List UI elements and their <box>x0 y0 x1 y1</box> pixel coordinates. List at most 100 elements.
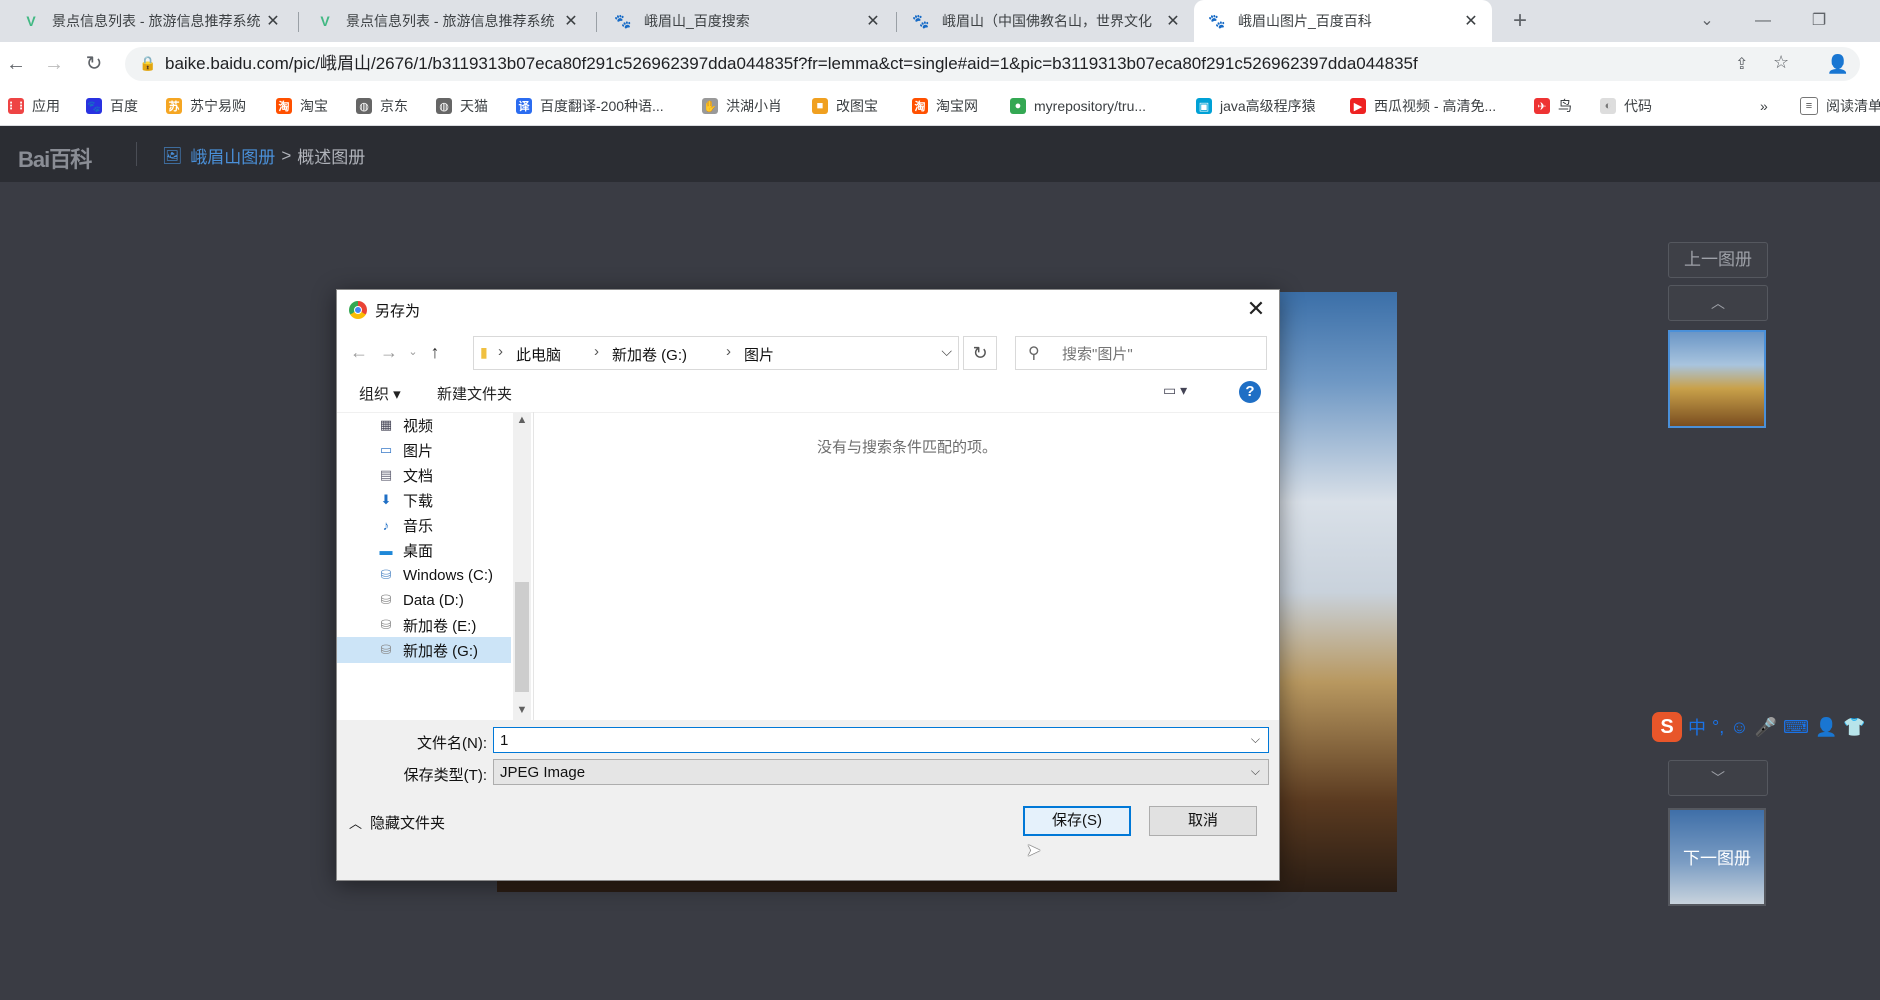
file-list-pane[interactable]: 没有与搜索条件匹配的项。 <box>533 412 1279 720</box>
minimize-icon[interactable]: — <box>1740 6 1786 36</box>
documents-folder-icon: ▤ <box>379 467 393 482</box>
bookmark-taobao[interactable]: 淘淘宝 <box>276 94 328 118</box>
path-pictures[interactable]: 图片 <box>744 344 774 365</box>
microphone-icon[interactable]: 🎤 <box>1755 717 1777 738</box>
bookmark-java[interactable]: ▣ java高级程序猿 <box>1196 94 1316 118</box>
bookmark-myrepository[interactable]: ● myrepository/tru... <box>1010 94 1146 118</box>
tab-1[interactable]: V 景点信息列表 - 旅游信息推荐系统 ✕ <box>8 0 294 42</box>
bookmark-xigua[interactable]: ▶ 西瓜视频 - 高清免... <box>1350 94 1496 118</box>
reading-list[interactable]: ≡ 阅读清单 <box>1800 94 1880 118</box>
share-icon[interactable]: ⇪ <box>1735 54 1748 74</box>
nav-item-desktop[interactable]: ▬ 桌面 <box>377 537 434 563</box>
bookmark-label: 京东 <box>380 98 408 114</box>
new-tab-icon[interactable]: + <box>1497 6 1543 36</box>
emoji-icon[interactable]: ☺ <box>1730 717 1748 738</box>
tab-4[interactable]: 🐾 峨眉山（中国佛教名山，世界文化 ✕ <box>898 0 1194 42</box>
sogou-ime-toolbar[interactable]: S 中 °, ☺ 🎤 ⌨ 👤 👕 <box>1652 710 1880 744</box>
scroll-down-chevron-icon[interactable]: ﹀ <box>1668 760 1768 796</box>
thumbnail-current[interactable] <box>1668 330 1766 428</box>
bookmark-gaitubao[interactable]: ■ 改图宝 <box>812 94 878 118</box>
close-icon[interactable]: ✕ <box>264 11 282 31</box>
restore-icon[interactable]: ❐ <box>1796 6 1842 36</box>
chevron-down-icon[interactable]: ⌵ <box>1251 732 1260 747</box>
close-icon[interactable]: ✕ <box>1462 11 1480 31</box>
scroll-down-arrow-icon[interactable]: ▼ <box>513 704 531 716</box>
nav-item-pictures[interactable]: ▭ 图片 <box>377 437 433 463</box>
save-button[interactable]: 保存(S) <box>1023 806 1131 836</box>
close-icon[interactable]: ✕ <box>562 11 580 31</box>
new-folder-button[interactable]: 新建文件夹 <box>437 383 512 404</box>
organize-menu[interactable]: 组织 ▾ <box>359 383 401 404</box>
nav-item-downloads[interactable]: ⬇ 下载 <box>377 487 433 513</box>
profile-avatar-icon[interactable]: 👤 <box>1824 50 1852 78</box>
tab-5-active[interactable]: 🐾 峨眉山图片_百度百科 ✕ <box>1194 0 1492 42</box>
view-options-icon[interactable]: ▭ ▾ <box>1163 382 1187 399</box>
filename-combobox[interactable]: ⌵ <box>493 727 1269 753</box>
chevron-down-icon[interactable]: ⌵ <box>1251 764 1260 779</box>
ime-mode[interactable]: 中 <box>1688 714 1706 740</box>
tab-search-chevron-icon[interactable]: ⌄ <box>1684 6 1730 36</box>
tab-3[interactable]: 🐾 峨眉山_百度搜索 ✕ <box>600 0 894 42</box>
tab-title: 峨眉山_百度搜索 <box>644 13 750 29</box>
bookmark-honghu[interactable]: ✋ 洪湖小肖 <box>702 94 782 118</box>
baidu-paw-icon: 🐾 <box>614 12 632 29</box>
path-this-pc[interactable]: 此电脑 <box>516 344 561 365</box>
prev-album-button[interactable]: 上一图册 <box>1668 242 1768 278</box>
path-chevron-icon[interactable]: › <box>594 343 599 360</box>
close-icon[interactable]: ✕ <box>1241 294 1271 324</box>
cancel-button[interactable]: 取消 <box>1149 806 1257 836</box>
path-chevron-icon[interactable]: › <box>726 343 731 360</box>
back-arrow-icon[interactable]: ← <box>2 50 30 78</box>
up-arrow-icon[interactable]: ↑ <box>421 338 449 366</box>
scroll-up-arrow-icon[interactable]: ▲ <box>513 414 531 426</box>
user-icon[interactable]: 👤 <box>1815 717 1837 738</box>
search-input[interactable] <box>1060 337 1264 371</box>
next-album-thumbnail[interactable]: 下一图册 <box>1668 808 1766 906</box>
scrollbar-thumb[interactable] <box>515 582 529 692</box>
filetype-select[interactable]: JPEG Image ⌵ <box>493 759 1269 785</box>
address-path-box[interactable]: ▮ › 此电脑 › 新加卷 (G:) › 图片 ⌵ <box>473 336 959 370</box>
tab-2[interactable]: V 景点信息列表 - 旅游信息推荐系统 ✕ <box>302 0 592 42</box>
path-drive-g[interactable]: 新加卷 (G:) <box>612 344 687 365</box>
bookmark-taobao-net[interactable]: 淘淘宝网 <box>912 94 978 118</box>
baidu-baike-logo[interactable]: Bai百科 <box>18 142 92 174</box>
help-icon[interactable]: ? <box>1239 381 1261 403</box>
hide-folders-toggle[interactable]: ︿ 隐藏文件夹 <box>349 812 445 833</box>
back-arrow-icon[interactable]: ← <box>345 338 373 366</box>
star-icon[interactable]: ☆ <box>1773 52 1789 73</box>
nav-item-music[interactable]: ♪ 音乐 <box>377 512 433 538</box>
bookmark-tmall[interactable]: ◍ 天猫 <box>436 94 488 118</box>
bookmark-label: 百度 <box>110 98 138 114</box>
nav-item-drive-c[interactable]: ⛁ Windows (C:) <box>377 562 493 588</box>
nav-item-videos[interactable]: ▦ 视频 <box>377 412 433 438</box>
bookmark-suning[interactable]: 苏苏宁易购 <box>166 94 246 118</box>
bookmark-baidu-translate[interactable]: 译百度翻译-200种语... <box>516 94 664 118</box>
forward-arrow-icon[interactable]: → <box>40 50 68 78</box>
breadcrumb-album-link[interactable]: 峨眉山图册 <box>190 143 275 168</box>
search-box[interactable]: ⚲ <box>1015 336 1267 371</box>
bookmark-label: 改图宝 <box>836 98 878 114</box>
refresh-icon[interactable]: ↻ <box>963 336 997 370</box>
scroll-up-chevron-icon[interactable]: ︿ <box>1668 285 1768 321</box>
filename-input[interactable] <box>500 731 1220 749</box>
bookmark-apps[interactable]: ⋮⋮ 应用 <box>6 94 60 118</box>
address-bar[interactable]: 🔒 baike.baidu.com/pic/峨眉山/2676/1/b311931… <box>125 47 1860 81</box>
bookmark-baidu[interactable]: 🐾 百度 <box>86 94 138 118</box>
more-bookmarks-icon[interactable]: » <box>1760 94 1768 118</box>
nav-item-drive-d[interactable]: ⛁ Data (D:) <box>377 587 464 613</box>
bookmark-bird[interactable]: ✈ 鸟 <box>1534 94 1572 118</box>
nav-item-drive-e[interactable]: ⛁ 新加卷 (E:) <box>377 612 477 638</box>
close-icon[interactable]: ✕ <box>1164 11 1182 31</box>
skin-shirt-icon[interactable]: 👕 <box>1843 717 1865 738</box>
navigation-scrollbar[interactable]: ▲ ▼ <box>513 412 531 720</box>
bookmark-code[interactable]: ◐ 代码 <box>1600 94 1652 118</box>
nav-item-drive-g[interactable]: ⛁ 新加卷 (G:) <box>337 637 511 663</box>
reload-icon[interactable]: ↻ <box>80 50 108 78</box>
bookmark-jd[interactable]: ◍ 京东 <box>356 94 408 118</box>
punctuation-icon[interactable]: °, <box>1712 717 1724 738</box>
nav-item-label: 文档 <box>403 467 434 485</box>
path-dropdown-chevron-icon[interactable]: ⌵ <box>941 343 952 360</box>
nav-item-documents[interactable]: ▤ 文档 <box>377 462 433 488</box>
keyboard-icon[interactable]: ⌨ <box>1783 717 1809 738</box>
close-icon[interactable]: ✕ <box>864 11 882 31</box>
